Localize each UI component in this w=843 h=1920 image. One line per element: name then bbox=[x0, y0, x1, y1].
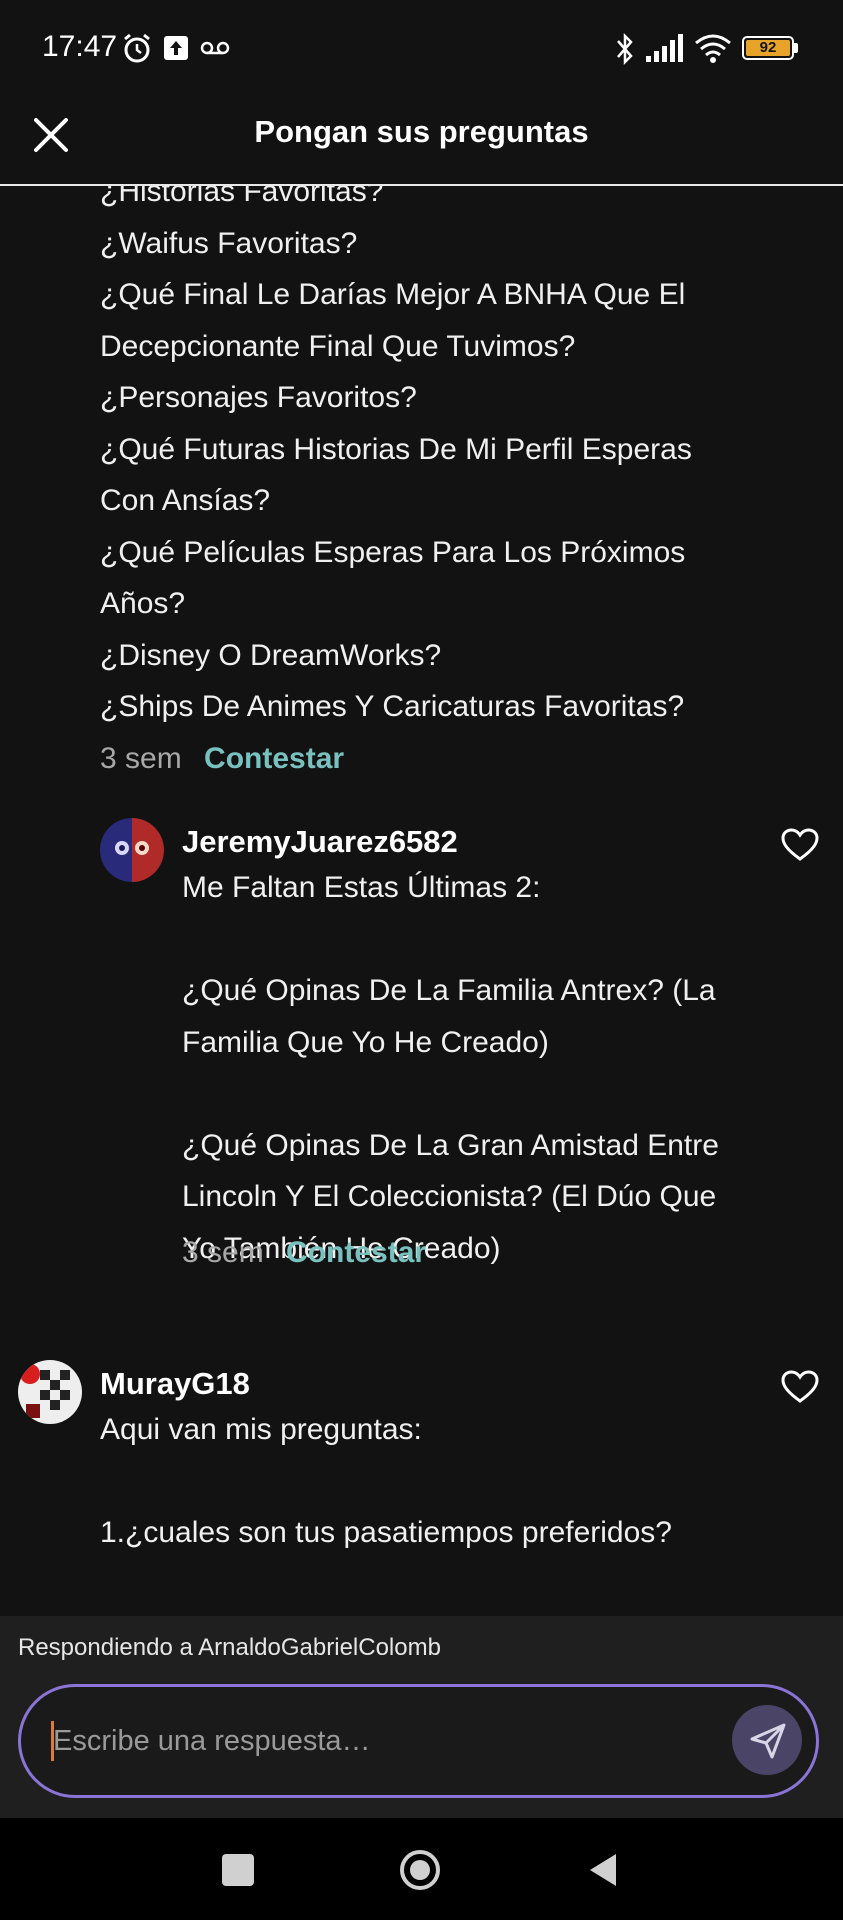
comment-username[interactable]: MurayG18 bbox=[100, 1366, 250, 1402]
signal-icon bbox=[646, 34, 683, 62]
send-button[interactable] bbox=[732, 1705, 802, 1775]
alarm-icon bbox=[124, 33, 150, 63]
send-icon bbox=[750, 1723, 786, 1759]
voicemail-icon bbox=[200, 41, 230, 55]
status-time: 17:47 bbox=[42, 30, 118, 63]
reply-button[interactable]: Contestar bbox=[204, 742, 344, 775]
question-line: ¿Qué Futuras Historias De Mi Perfil Espe… bbox=[100, 432, 692, 466]
reply-area: Respondiendo a ArnaldoGabrielColomb bbox=[0, 1616, 843, 1818]
question-line: ¿Personajes Favoritos? bbox=[100, 381, 417, 414]
header: Pongan sus preguntas bbox=[0, 100, 843, 186]
comment-meta: 3 sem Contestar bbox=[100, 733, 740, 785]
question-line: Con Ansías? bbox=[100, 484, 271, 517]
avatar[interactable] bbox=[18, 1360, 82, 1424]
battery-level: 92 bbox=[759, 39, 777, 56]
recents-button[interactable] bbox=[222, 1854, 254, 1886]
reply-input[interactable] bbox=[53, 1687, 733, 1795]
battery-icon: 92 bbox=[742, 36, 794, 60]
upload-icon bbox=[164, 36, 188, 60]
comment: MurayG18 Aqui van mis preguntas: 1.¿cual… bbox=[0, 1360, 843, 1616]
heart-icon[interactable] bbox=[781, 1370, 819, 1404]
reply-input-box[interactable] bbox=[18, 1684, 819, 1798]
reply-button[interactable]: Contestar bbox=[286, 1236, 426, 1269]
comment-meta: 3 sem Contestar bbox=[182, 1227, 426, 1279]
page-title: Pongan sus preguntas bbox=[254, 114, 589, 149]
question-line: ¿Qué Final Le Darías Mejor A BNHA Que El bbox=[100, 278, 686, 311]
comment-time: 3 sem bbox=[100, 741, 182, 775]
avatar-image bbox=[18, 1360, 82, 1424]
avatar[interactable] bbox=[100, 818, 164, 882]
avatar-image bbox=[100, 818, 164, 882]
comment-time: 3 sem bbox=[182, 1236, 264, 1269]
bluetooth-icon bbox=[617, 32, 633, 66]
question-line: ¿Waifus Favoritas? bbox=[100, 226, 358, 260]
replying-to-label: Respondiendo a ArnaldoGabrielColomb bbox=[18, 1634, 441, 1661]
parent-comment-text: ¿Historias Favoritas? ¿Waifus Favoritas?… bbox=[100, 186, 740, 784]
comment-username[interactable]: JeremyJuarez6582 bbox=[182, 824, 458, 860]
battery-tip bbox=[794, 43, 798, 53]
comment-text: Aqui van mis preguntas: 1.¿cuales son tu… bbox=[100, 1413, 672, 1549]
question-line: ¿Qué Películas Esperas Para Los Próximos bbox=[100, 535, 686, 569]
home-button[interactable] bbox=[398, 1848, 442, 1892]
comments-list[interactable]: ¿Historias Favoritas? ¿Waifus Favoritas?… bbox=[0, 186, 843, 1616]
status-bar: 17:47 92 bbox=[0, 0, 843, 100]
heart-icon[interactable] bbox=[781, 828, 819, 862]
system-nav-bar bbox=[0, 1818, 843, 1920]
back-button[interactable] bbox=[588, 1852, 618, 1888]
question-line: Decepcionante Final Que Tuvimos? bbox=[100, 329, 576, 363]
comment-text: Me Faltan Estas Últimas 2: ¿Qué Opinas D… bbox=[182, 871, 719, 1265]
question-line: ¿Ships De Animes Y Caricaturas Favoritas… bbox=[100, 690, 685, 723]
wifi-icon bbox=[695, 34, 731, 63]
reply-comment: JeremyJuarez6582 Me Faltan Estas Últimas… bbox=[0, 818, 843, 1328]
question-line: Años? bbox=[100, 587, 186, 620]
question-line: ¿Disney O DreamWorks? bbox=[100, 638, 442, 672]
question-line: ¿Historias Favoritas? bbox=[100, 186, 384, 208]
